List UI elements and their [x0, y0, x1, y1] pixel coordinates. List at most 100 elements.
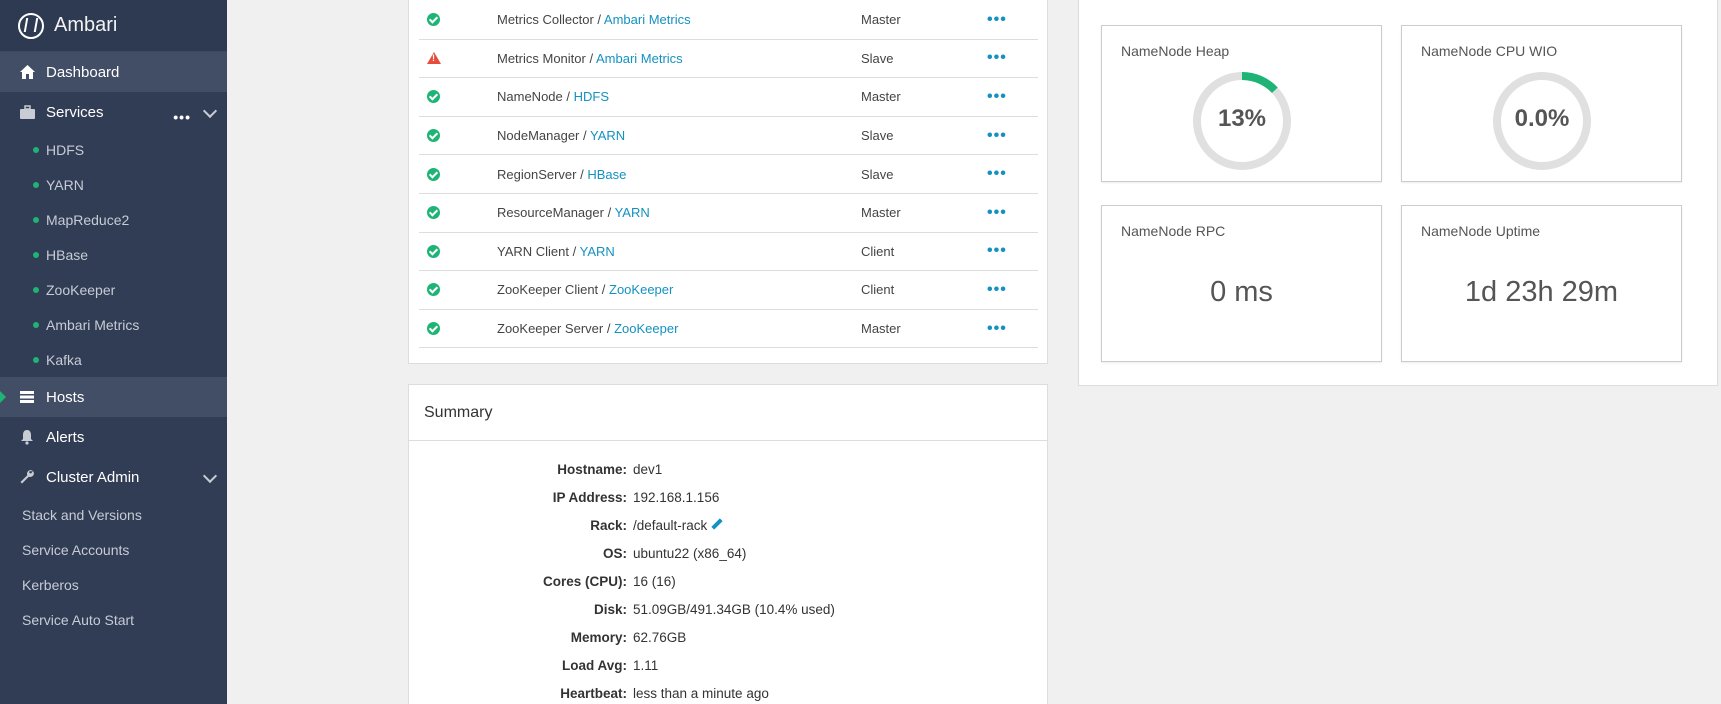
components-table: Metrics Collector / Ambari Metrics Master…: [419, 1, 1038, 349]
service-link[interactable]: ZooKeeper: [609, 282, 673, 297]
summary-panel: Summary Hostname: dev1 IP Address: 192.168.…: [408, 384, 1048, 704]
admin-item[interactable]: Service Auto Start: [0, 602, 227, 637]
components-panel: Metrics Collector / Ambari Metrics Master…: [408, 0, 1048, 364]
status-cell: [419, 52, 497, 65]
service-link[interactable]: Ambari Metrics: [604, 12, 691, 27]
service-link[interactable]: HDFS: [574, 89, 609, 104]
namenode-rpc-widget[interactable]: NameNode RPC 0 ms: [1101, 205, 1382, 362]
service-link[interactable]: YARN: [615, 205, 650, 220]
component-role: Master: [861, 205, 901, 221]
summary-row: Hostname: dev1: [409, 455, 1047, 483]
status-cell: [419, 206, 497, 220]
service-item[interactable]: HDFS: [0, 132, 227, 167]
summary-row: Heartbeat: less than a minute ago: [409, 679, 1047, 704]
status-cell: [419, 167, 497, 181]
sidebar-item-label: Hosts: [46, 388, 85, 406]
component-role: Client: [861, 282, 895, 298]
check-circle-icon: [427, 129, 440, 143]
service-link[interactable]: YARN: [590, 128, 625, 143]
component-actions-menu-icon[interactable]: •••: [987, 204, 1007, 221]
sidebar-item-services[interactable]: Services •••: [0, 92, 227, 132]
summary-key: Rack:: [590, 517, 627, 533]
service-item[interactable]: YARN: [0, 167, 227, 202]
sidebar-item-alerts[interactable]: Alerts: [0, 417, 227, 457]
service-item[interactable]: Ambari Metrics: [0, 307, 227, 342]
main-content: Metrics Collector / Ambari Metrics Master…: [227, 0, 1721, 704]
table-row: YARN Client / YARN Client •••: [419, 233, 1038, 272]
admin-item[interactable]: Kerberos: [0, 567, 227, 602]
service-link[interactable]: YARN: [580, 244, 615, 259]
sidebar-item-hosts[interactable]: Hosts: [0, 377, 227, 417]
component-actions-menu-icon[interactable]: •••: [987, 50, 1007, 66]
summary-row: Cores (CPU): 16 (16): [409, 567, 1047, 595]
component-name: ResourceManager / YARN: [497, 205, 650, 221]
summary-value: /default-rack: [627, 518, 723, 533]
service-item[interactable]: Kafka: [0, 342, 227, 377]
bell-icon: [18, 428, 36, 446]
server-icon: [18, 388, 36, 406]
summary-value: dev1: [633, 461, 663, 477]
pencil-icon[interactable]: [711, 518, 723, 530]
cpu-gauge: 0.0%: [1492, 71, 1592, 171]
component-actions-menu-icon[interactable]: •••: [987, 11, 1007, 28]
component-actions-menu-icon[interactable]: •••: [987, 88, 1007, 105]
services-menu-icon[interactable]: •••: [173, 110, 191, 124]
component-role: Slave: [861, 50, 894, 66]
metrics-widgets-panel: NameNode Heap 13% NameNode CPU WIO 0.0% …: [1078, 0, 1718, 386]
check-circle-icon: [427, 167, 440, 181]
table-row: NodeManager / YARN Slave •••: [419, 117, 1038, 156]
status-dot-icon: [33, 216, 39, 223]
admin-item[interactable]: Stack and Versions: [0, 497, 227, 532]
status-dot-icon: [33, 321, 39, 328]
summary-value: less than a minute ago: [633, 685, 769, 701]
status-dot-icon: [33, 251, 39, 258]
warning-icon: [427, 52, 441, 65]
status-dot-icon: [33, 286, 39, 293]
chevron-down-icon[interactable]: [202, 468, 218, 484]
namenode-cpu-widget[interactable]: NameNode CPU WIO 0.0%: [1401, 25, 1682, 182]
component-role: Master: [861, 89, 901, 105]
sidebar-item-label: Alerts: [46, 428, 85, 446]
summary-body: Hostname: dev1 IP Address: 192.168.1.156 Rac…: [409, 441, 1047, 704]
component-name: Metrics Collector / Ambari Metrics: [497, 12, 691, 28]
component-actions-menu-icon[interactable]: •••: [987, 166, 1007, 182]
summary-row: Load Avg: 1.11: [409, 651, 1047, 679]
service-link[interactable]: HBase: [587, 167, 626, 182]
uptime-value: 1d 23h 29m: [1464, 276, 1619, 308]
component-role: Slave: [861, 128, 894, 144]
status-cell: [419, 244, 497, 258]
service-link[interactable]: ZooKeeper: [614, 321, 678, 336]
service-item[interactable]: ZooKeeper: [0, 272, 227, 307]
namenode-heap-widget[interactable]: NameNode Heap 13%: [1101, 25, 1382, 182]
service-item[interactable]: HBase: [0, 237, 227, 272]
heap-value: 13%: [1217, 105, 1267, 132]
summary-key: Heartbeat:: [560, 685, 627, 701]
summary-key: OS:: [602, 545, 627, 561]
component-name: ZooKeeper Client / ZooKeeper: [497, 282, 674, 298]
service-link[interactable]: Ambari Metrics: [596, 51, 683, 66]
widget-title: NameNode CPU WIO: [1421, 43, 1558, 59]
sidebar-item-cluster-admin[interactable]: Cluster Admin: [0, 457, 227, 497]
component-actions-menu-icon[interactable]: •••: [987, 281, 1007, 298]
summary-value: 1.11: [633, 657, 659, 673]
component-actions-menu-icon[interactable]: •••: [987, 243, 1007, 259]
chevron-down-icon[interactable]: [202, 103, 218, 119]
brand-name: Ambari: [54, 14, 118, 36]
summary-value: 192.168.1.156: [633, 489, 720, 505]
widget-title: NameNode Uptime: [1421, 223, 1541, 239]
component-actions-menu-icon[interactable]: •••: [987, 320, 1007, 337]
status-cell: [419, 322, 497, 336]
sidebar-item-dashboard[interactable]: Dashboard: [0, 52, 227, 92]
component-actions-menu-icon[interactable]: •••: [987, 127, 1007, 144]
table-row: ZooKeeper Server / ZooKeeper Master •••: [419, 310, 1038, 349]
brand[interactable]: Ambari: [0, 0, 227, 52]
service-item[interactable]: MapReduce2: [0, 202, 227, 237]
table-row: RegionServer / HBase Slave •••: [419, 155, 1038, 194]
summary-row: Memory: 62.76GB: [409, 623, 1047, 651]
admin-item[interactable]: Service Accounts: [0, 532, 227, 567]
component-role: Master: [861, 321, 901, 337]
summary-value: ubuntu22 (x86_64): [633, 545, 747, 561]
namenode-uptime-widget[interactable]: NameNode Uptime 1d 23h 29m: [1401, 205, 1682, 362]
summary-title: Summary: [409, 385, 1047, 441]
component-name: YARN Client / YARN: [497, 243, 615, 259]
